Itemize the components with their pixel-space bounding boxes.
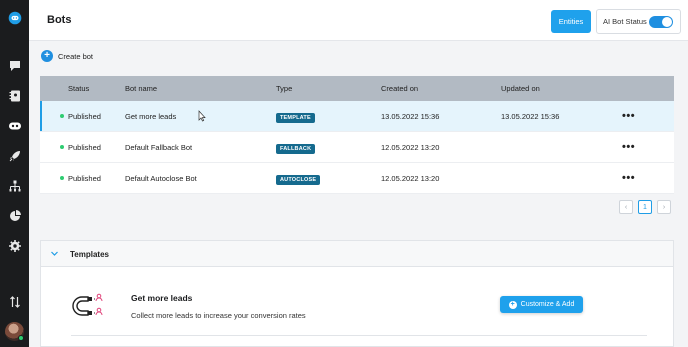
- table-row[interactable]: Published Default Autoclose Bot AUTOCLOS…: [40, 163, 674, 194]
- sidebar: [0, 0, 29, 347]
- template-description: Collect more leads to increase your conv…: [131, 311, 306, 320]
- bots-table: Status Bot name Type Created on Updated …: [40, 76, 674, 194]
- more-actions-button[interactable]: •••: [622, 172, 635, 184]
- template-name: Get more leads: [131, 293, 193, 303]
- bot-name-cell[interactable]: Get more leads: [125, 112, 176, 121]
- more-actions-button[interactable]: •••: [622, 110, 635, 122]
- create-bot-button[interactable]: + Create bot: [41, 50, 93, 62]
- bot-name-cell[interactable]: Default Fallback Bot: [125, 143, 192, 152]
- chevron-down-icon[interactable]: [50, 249, 59, 258]
- status-text: Published: [68, 173, 101, 183]
- ai-bot-status-label: AI Bot Status: [603, 17, 647, 26]
- rocket-icon[interactable]: [7, 148, 22, 163]
- status-text: Published: [68, 111, 101, 121]
- gear-icon[interactable]: [7, 238, 22, 253]
- column-header-status[interactable]: Status: [68, 84, 89, 93]
- templates-panel: Templates Get more leads Collect more le…: [40, 240, 674, 347]
- updated-on-cell: 13.05.2022 15:36: [501, 111, 560, 121]
- next-page-button[interactable]: ›: [657, 200, 671, 214]
- ai-bot-status: AI Bot Status: [596, 9, 681, 34]
- status-cell: Published: [60, 112, 101, 121]
- contacts-icon[interactable]: [7, 88, 22, 103]
- hierarchy-icon[interactable]: [7, 178, 22, 193]
- pie-chart-icon[interactable]: [7, 208, 22, 223]
- status-text: Published: [68, 142, 101, 152]
- type-badge: AUTOCLOSE: [276, 174, 321, 185]
- pagination: ‹ 1 ›: [619, 200, 671, 214]
- prev-page-button[interactable]: ‹: [619, 200, 633, 214]
- page-title: Bots: [47, 14, 72, 26]
- column-header-created-on[interactable]: Created on: [381, 84, 418, 93]
- templates-header[interactable]: Templates: [41, 241, 673, 267]
- type-badge: TEMPLATE: [276, 112, 315, 123]
- plus-icon: +: [41, 50, 53, 62]
- bot-icon[interactable]: [7, 118, 22, 133]
- plus-icon: +: [508, 300, 517, 309]
- column-header-updated-on[interactable]: Updated on: [501, 84, 540, 93]
- published-status-dot: [60, 176, 64, 180]
- published-status-dot: [60, 145, 64, 149]
- chat-icon[interactable]: [7, 58, 22, 73]
- created-on-cell: 12.05.2022 13:20: [381, 173, 440, 183]
- sort-icon[interactable]: [7, 294, 22, 309]
- status-cell: Published: [60, 143, 101, 152]
- more-actions-button[interactable]: •••: [622, 141, 635, 153]
- created-on-cell: 12.05.2022 13:20: [381, 142, 440, 152]
- logo-icon[interactable]: [5, 8, 24, 27]
- column-header-bot-name[interactable]: Bot name: [125, 84, 157, 93]
- table-header: Status Bot name Type Created on Updated …: [40, 76, 674, 101]
- bot-name-cell[interactable]: Default Autoclose Bot: [125, 174, 197, 183]
- ai-bot-status-toggle[interactable]: [649, 16, 673, 28]
- online-status-dot: [18, 335, 24, 341]
- create-bot-label: Create bot: [58, 51, 94, 61]
- customize-add-button[interactable]: + Customize & Add: [500, 296, 583, 313]
- mouse-cursor-icon: [198, 110, 206, 122]
- templates-title: Templates: [70, 250, 109, 259]
- published-status-dot: [60, 114, 64, 118]
- created-on-cell: 13.05.2022 15:36: [381, 111, 440, 121]
- magnet-leads-icon: [72, 293, 103, 316]
- status-cell: Published: [60, 174, 101, 183]
- entities-button[interactable]: Entities: [551, 10, 591, 33]
- type-badge: FALLBACK: [276, 143, 316, 154]
- top-bar: Bots Entities AI Bot Status: [29, 0, 688, 41]
- column-header-type[interactable]: Type: [276, 84, 292, 93]
- table-row[interactable]: Published Default Fallback Bot FALLBACK …: [40, 132, 674, 163]
- customize-add-label: Customize & Add: [520, 301, 575, 308]
- table-row[interactable]: Published Get more leads TEMPLATE 13.05.…: [40, 101, 674, 132]
- divider: [71, 335, 647, 336]
- page-number-button[interactable]: 1: [638, 200, 652, 214]
